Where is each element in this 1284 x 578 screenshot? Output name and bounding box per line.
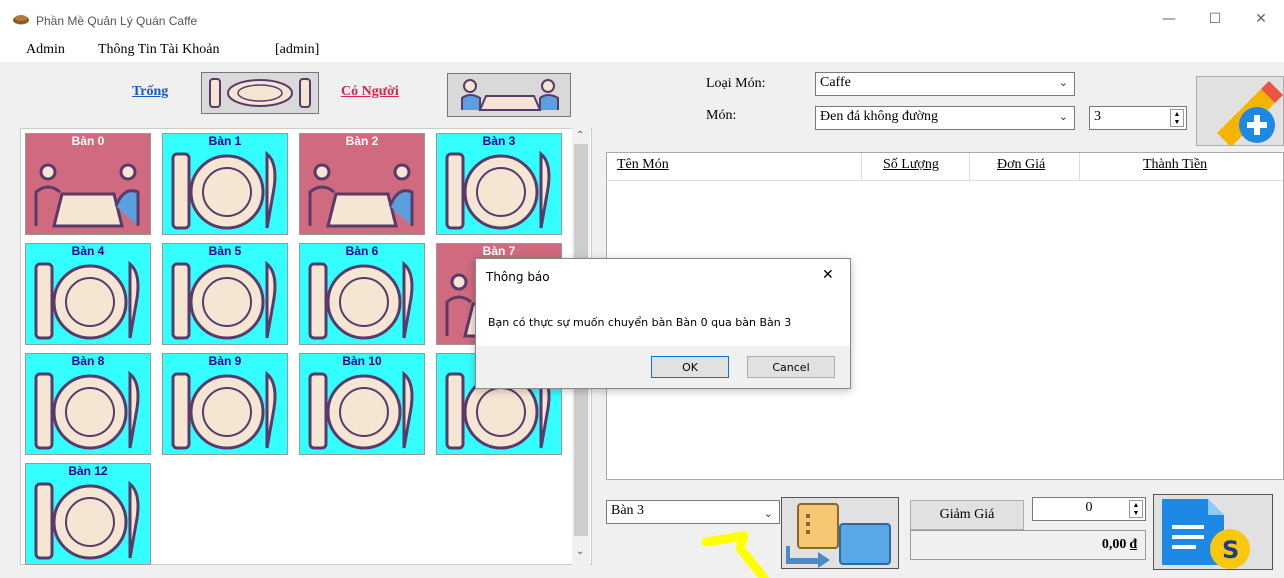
- table-name: Bàn 2: [345, 134, 379, 148]
- discount-stepper[interactable]: 0 ▲ ▼: [1032, 497, 1146, 521]
- empty-table-icon: [308, 370, 414, 450]
- stepper-arrows-icon[interactable]: ▲ ▼: [1170, 109, 1184, 127]
- close-icon[interactable]: ✕: [822, 267, 834, 283]
- menu-bar: Admin Thông Tin Tài Khoản [admin]: [0, 38, 1284, 62]
- empty-table-icon: [34, 370, 140, 450]
- legend-busy-label: Có Người: [341, 84, 399, 99]
- table-name: Bàn 0: [71, 134, 105, 148]
- table-name: Bàn 3: [482, 134, 516, 148]
- table-button[interactable]: Bàn 10: [299, 353, 425, 455]
- checkout-icon: S: [1162, 499, 1250, 569]
- discount-button[interactable]: Giảm Giá: [910, 500, 1024, 530]
- table-button[interactable]: Bàn 1: [162, 133, 288, 235]
- switch-table-select[interactable]: Bàn 3 ⌄: [606, 500, 780, 524]
- discount-label: Giảm Giá: [939, 507, 995, 522]
- table-name: Bàn 1: [208, 134, 242, 148]
- app-icon: [12, 13, 30, 25]
- add-food-button[interactable]: [1196, 76, 1284, 147]
- annotation-arrow: [701, 531, 769, 578]
- item-select[interactable]: Đen đá không đường ⌄: [815, 106, 1075, 130]
- table-button[interactable]: Bàn 0: [25, 133, 151, 235]
- minimize-button[interactable]: —: [1146, 0, 1192, 38]
- window-title: Phần Mề Quản Lý Quán Caffe: [36, 14, 198, 28]
- dialog-title: Thông báo: [486, 270, 550, 284]
- item-value: Đen đá không đường: [820, 109, 939, 124]
- legend-free-label: Trống: [132, 84, 169, 99]
- chevron-down-icon: ⌄: [1058, 111, 1068, 123]
- table-button[interactable]: Bàn 9: [162, 353, 288, 455]
- quantity-stepper[interactable]: 3 ▲ ▼: [1089, 106, 1187, 130]
- close-window-button[interactable]: ✕: [1238, 0, 1284, 38]
- dialog-footer: OK Cancel: [476, 346, 850, 388]
- table-button[interactable]: Bàn 5: [162, 243, 288, 345]
- table-button[interactable]: Bàn 2: [299, 133, 425, 235]
- total-display: 0,00 ₫: [910, 530, 1146, 560]
- chevron-down-icon: ⌄: [763, 508, 773, 520]
- empty-table-icon: [171, 150, 277, 230]
- empty-table-icon: [34, 260, 140, 340]
- table-button[interactable]: Bàn 12: [25, 463, 151, 565]
- busy-table-icon: [447, 73, 571, 117]
- column-item-name[interactable]: Tên Món: [617, 157, 669, 173]
- table-name: Bàn 7: [482, 244, 516, 258]
- ok-button[interactable]: OK: [651, 356, 729, 378]
- chevron-down-icon: ⌄: [1058, 77, 1068, 89]
- ok-label: OK: [682, 360, 698, 374]
- occupied-table-icon: [34, 163, 140, 228]
- stepper-arrows-icon[interactable]: ▲ ▼: [1129, 500, 1143, 518]
- category-label: Loại Món:: [706, 76, 766, 91]
- empty-table-icon: [445, 150, 551, 230]
- table-name: Bàn 12: [68, 464, 108, 478]
- table-button[interactable]: Bàn 8: [25, 353, 151, 455]
- table-name: Bàn 4: [71, 244, 105, 258]
- table-name: Bàn 9: [208, 354, 242, 368]
- column-quantity[interactable]: Số Lượng: [883, 157, 939, 173]
- cancel-button[interactable]: Cancel: [747, 356, 835, 378]
- free-table-icon: [201, 72, 319, 114]
- category-select[interactable]: Caffe ⌄: [815, 72, 1075, 96]
- switch-table-button[interactable]: [781, 497, 899, 569]
- empty-table-icon: [171, 260, 277, 340]
- occupied-table-icon: [308, 163, 414, 228]
- table-name: Bàn 8: [71, 354, 105, 368]
- column-divider: [861, 153, 862, 181]
- table-name: Bàn 10: [342, 354, 382, 368]
- order-list-header: Tên Món Số Lượng Đơn Giá Thành Tiền: [607, 153, 1283, 181]
- checkout-button[interactable]: S: [1153, 494, 1273, 570]
- switch-table-icon: [786, 503, 891, 568]
- table-button[interactable]: Bàn 3: [436, 133, 562, 235]
- add-food-icon: [1217, 81, 1283, 147]
- title-bar: Phần Mề Quản Lý Quán Caffe — ☐ ✕: [0, 0, 1284, 38]
- menu-current-user[interactable]: [admin]: [275, 42, 319, 58]
- menu-account-info[interactable]: Thông Tin Tài Khoản: [98, 42, 219, 58]
- total-value: 0,00 ₫: [1101, 537, 1137, 552]
- table-name: Bàn 6: [345, 244, 379, 258]
- item-label: Món:: [706, 108, 737, 123]
- quantity-value: 3: [1094, 109, 1101, 124]
- discount-value: 0: [1085, 500, 1093, 515]
- empty-table-icon: [34, 480, 140, 560]
- empty-table-icon: [171, 370, 277, 450]
- column-unit-price[interactable]: Đơn Giá: [997, 157, 1045, 173]
- scroll-down-icon[interactable]: ⌄: [576, 546, 584, 557]
- table-button[interactable]: Bàn 6: [299, 243, 425, 345]
- column-divider: [1079, 153, 1080, 181]
- switch-table-value: Bàn 3: [611, 503, 645, 518]
- scroll-up-icon[interactable]: ⌃: [576, 130, 584, 141]
- confirm-dialog: Thông báo ✕ Bạn có thực sự muốn chuyển b…: [475, 258, 851, 389]
- category-value: Caffe: [820, 75, 851, 90]
- column-total[interactable]: Thành Tiền: [1143, 157, 1207, 173]
- maximize-button[interactable]: ☐: [1192, 0, 1238, 38]
- menu-admin[interactable]: Admin: [26, 42, 65, 58]
- column-divider: [969, 153, 970, 181]
- svg-text:S: S: [1222, 536, 1239, 564]
- empty-table-icon: [308, 260, 414, 340]
- cancel-label: Cancel: [772, 360, 810, 374]
- dialog-message: Bạn có thực sự muốn chuyển bàn Bàn 0 qua…: [488, 316, 792, 329]
- table-name: Bàn 5: [208, 244, 242, 258]
- table-button[interactable]: Bàn 4: [25, 243, 151, 345]
